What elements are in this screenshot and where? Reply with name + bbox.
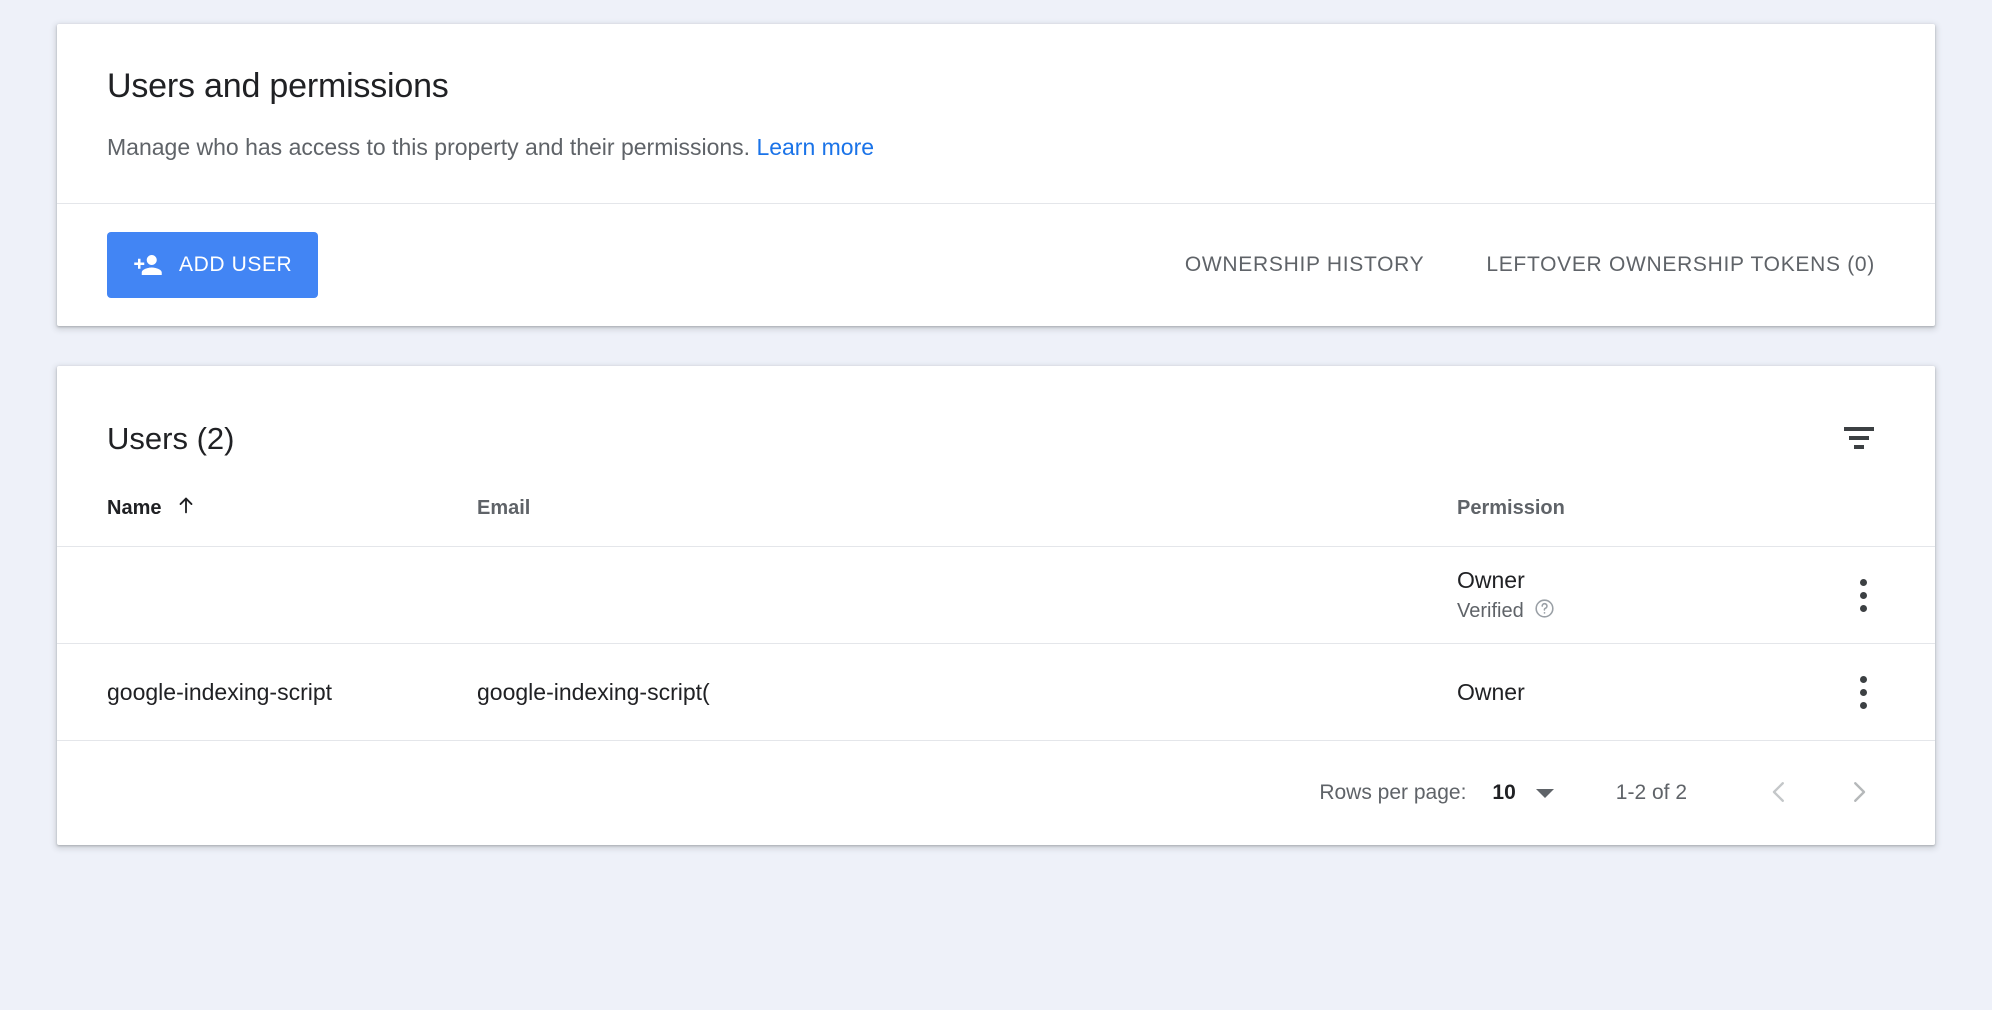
cell-name — [57, 546, 477, 645]
more-vert-icon — [1859, 576, 1867, 615]
person-add-icon — [133, 250, 163, 280]
column-header-permission[interactable]: Permission — [1457, 470, 1815, 548]
more-vert-icon — [1859, 673, 1867, 712]
page-subtitle: Manage who has access to this property a… — [107, 133, 1885, 163]
card-spacer — [57, 326, 1935, 366]
rows-per-page-select[interactable]: 10 — [1492, 781, 1554, 805]
cell-actions — [1815, 546, 1935, 645]
table-row[interactable]: google-indexing-script google-indexing-s… — [57, 643, 1935, 742]
add-user-label: ADD USER — [179, 253, 293, 277]
column-header-actions — [1815, 470, 1935, 548]
page-root: Users and permissions Manage who has acc… — [0, 0, 1992, 1010]
learn-more-link[interactable]: Learn more — [756, 134, 874, 160]
cell-email: google-indexing-script( — [477, 643, 1457, 742]
arrow-up-icon — [175, 494, 197, 522]
users-table: Name Email Permission Owner Verified goo… — [57, 470, 1935, 742]
users-count-title: Users (2) — [107, 420, 235, 456]
column-header-email[interactable]: Email — [477, 470, 1457, 548]
row-menu-button[interactable] — [1835, 567, 1891, 623]
permission-value: Owner — [1457, 678, 1525, 705]
verified-label: Verified — [1457, 599, 1524, 622]
permission-value: Owner — [1457, 566, 1525, 593]
cell-email — [477, 546, 1457, 645]
column-header-name[interactable]: Name — [57, 470, 477, 548]
chevron-right-icon — [1844, 777, 1874, 810]
rows-per-page-value: 10 — [1492, 781, 1516, 805]
add-user-button[interactable]: ADD USER — [107, 232, 319, 299]
page-title: Users and permissions — [107, 67, 449, 105]
permission-verified-status: Verified — [1457, 598, 1815, 625]
cell-actions — [1815, 643, 1935, 742]
row-menu-button[interactable] — [1835, 664, 1891, 720]
next-page-button[interactable] — [1831, 765, 1887, 821]
pagination-range-label: 1-2 of 2 — [1615, 781, 1687, 805]
users-table-body: Owner Verified google-indexing-script go… — [57, 546, 1935, 742]
page-subtitle-text: Manage who has access to this property a… — [107, 134, 751, 161]
users-table-header: Users (2) — [57, 366, 1935, 470]
users-permissions-card: Users and permissions Manage who has acc… — [57, 24, 1935, 327]
users-table-head: Name Email Permission — [57, 470, 1935, 548]
filter-button[interactable] — [1833, 412, 1885, 464]
chevron-down-icon — [1535, 788, 1554, 798]
help-circle-icon[interactable] — [1534, 598, 1555, 625]
ownership-tabs: OWNERSHIP HISTORY LEFTOVER OWNERSHIP TOK… — [1185, 253, 1875, 277]
cell-permission: Owner Verified — [1457, 546, 1815, 645]
cell-permission: Owner — [1457, 643, 1815, 742]
rows-per-page-label: Rows per page: — [1319, 781, 1467, 805]
action-bar: ADD USER OWNERSHIP HISTORY LEFTOVER OWNE… — [57, 204, 1935, 326]
table-pagination: Rows per page: 10 1-2 of 2 — [57, 741, 1935, 845]
tab-leftover-ownership-tokens[interactable]: LEFTOVER OWNERSHIP TOKENS (0) — [1486, 253, 1875, 277]
table-row[interactable]: Owner Verified — [57, 546, 1935, 645]
tab-ownership-history[interactable]: OWNERSHIP HISTORY — [1185, 253, 1424, 277]
users-table-card: Users (2) Name Email Permission Owner Ve… — [57, 366, 1935, 846]
cell-name: google-indexing-script — [57, 643, 477, 742]
chevron-left-icon — [1764, 777, 1794, 810]
card-header: Users and permissions Manage who has acc… — [57, 24, 1935, 205]
table-header-row: Name Email Permission — [57, 470, 1935, 548]
previous-page-button[interactable] — [1751, 765, 1807, 821]
column-header-name-label: Name — [107, 496, 162, 519]
filter-icon — [1844, 427, 1874, 450]
